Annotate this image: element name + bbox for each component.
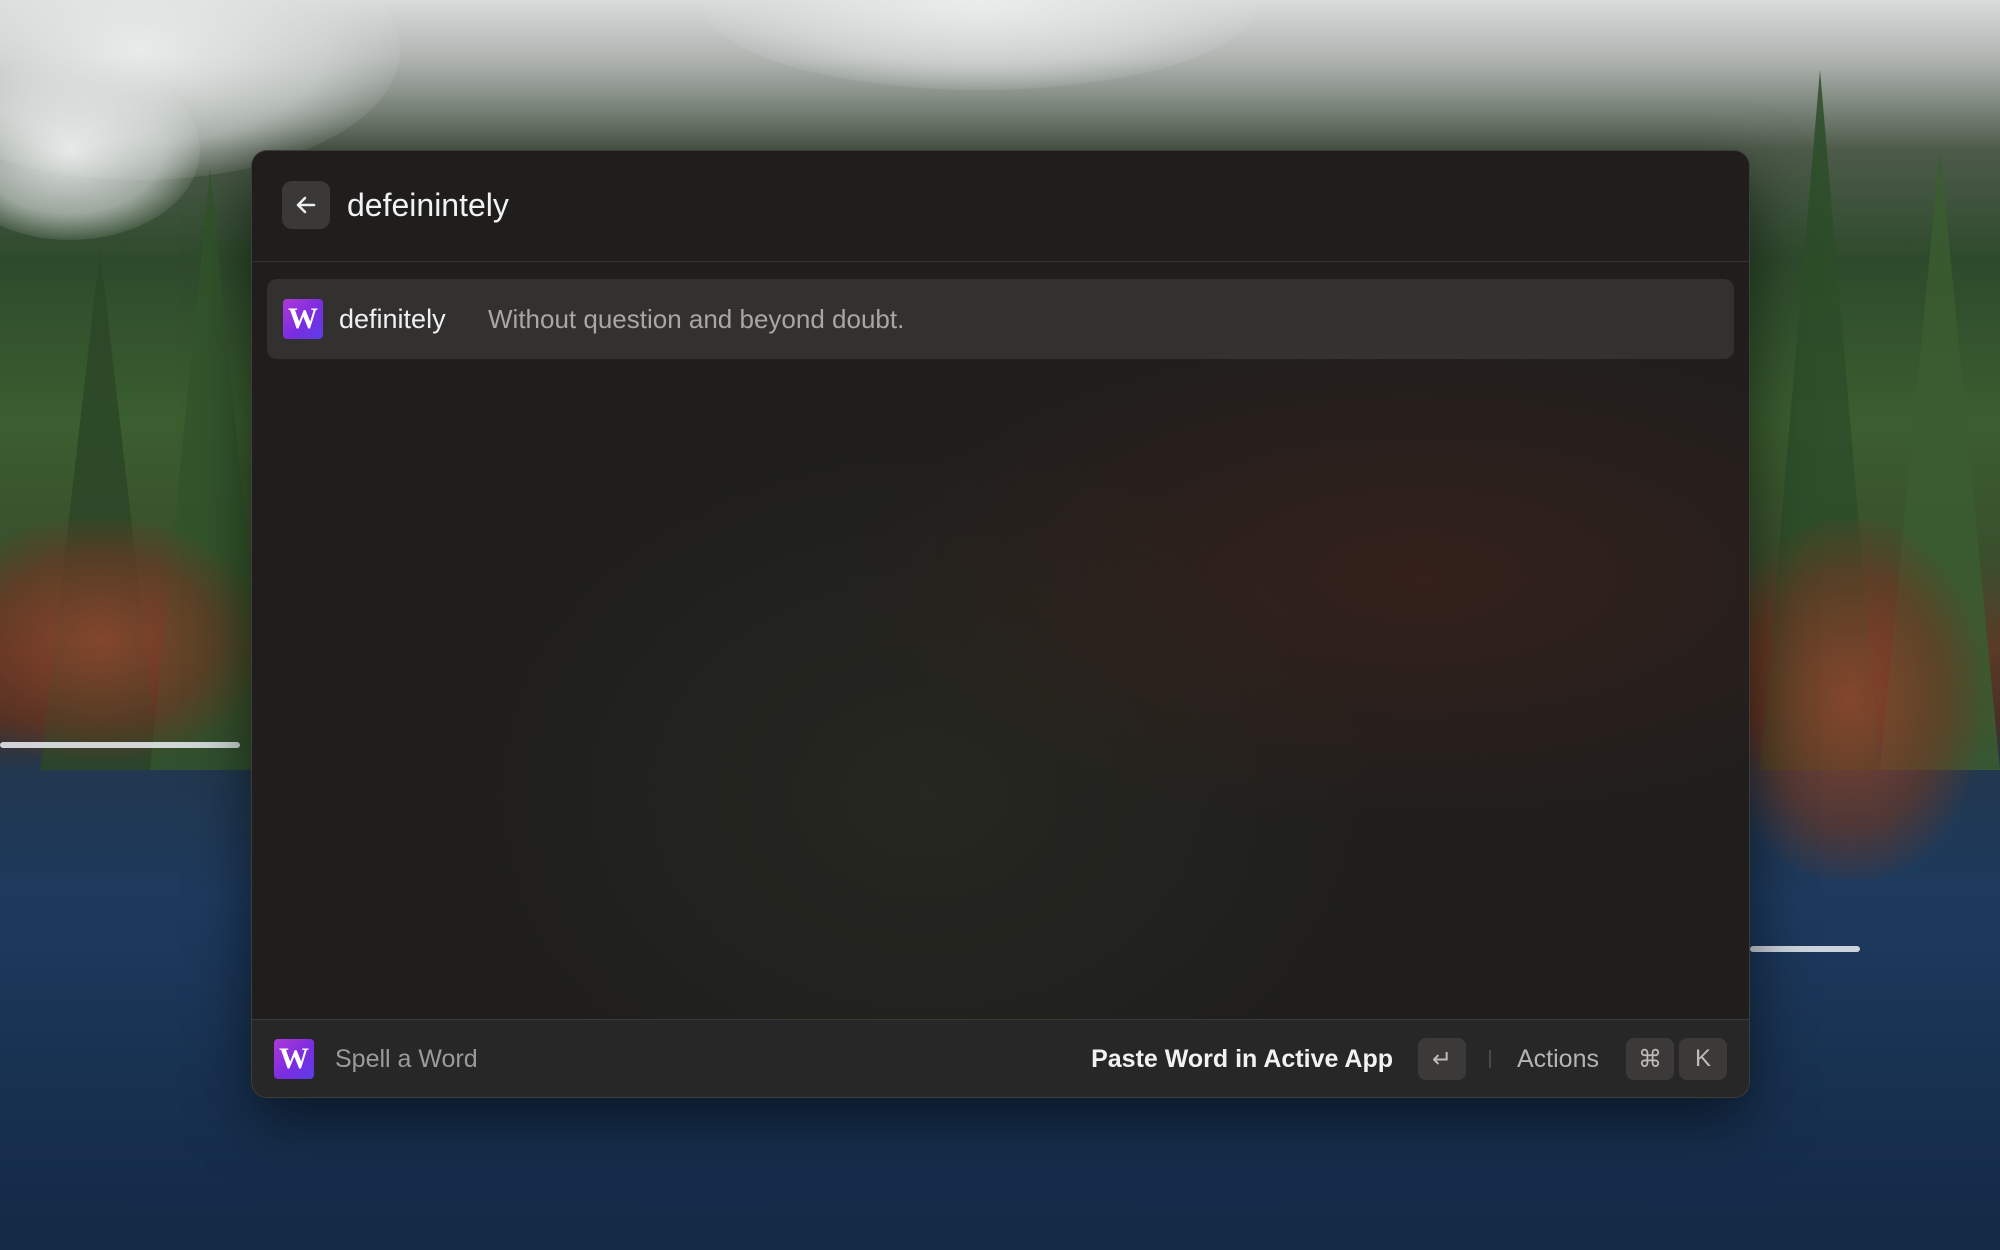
- red-cliff: [1720, 520, 1980, 880]
- actions-button[interactable]: Actions: [1517, 1020, 1599, 1097]
- back-button[interactable]: [282, 181, 330, 229]
- w-dictionary-icon: W: [283, 299, 323, 339]
- result-title: definitely: [339, 304, 446, 334]
- search-bar: [252, 151, 1749, 262]
- arrow-left-icon: [296, 196, 316, 214]
- command-title: Spell a Word: [335, 1045, 478, 1073]
- list-item[interactable]: W definitely Without question and beyond…: [267, 279, 1734, 359]
- surf-line: [0, 742, 240, 748]
- k-key-icon: K: [1679, 1038, 1727, 1080]
- action-bar: W Spell a Word Paste Word in Active App …: [252, 1019, 1749, 1097]
- red-cliff: [0, 520, 260, 760]
- result-subtitle: Without question and beyond doubt.: [488, 304, 905, 334]
- command-key-icon: ⌘: [1626, 1038, 1674, 1080]
- cloud: [700, 0, 1260, 90]
- enter-key-icon: ↵: [1418, 1038, 1466, 1080]
- divider: [1489, 1050, 1491, 1068]
- paste-word-button[interactable]: Paste Word in Active App: [1091, 1020, 1393, 1097]
- launcher-window: W definitely Without question and beyond…: [251, 150, 1750, 1098]
- surf-line: [1750, 946, 1860, 952]
- search-input[interactable]: [347, 177, 1697, 233]
- w-dictionary-icon: W: [274, 1039, 314, 1079]
